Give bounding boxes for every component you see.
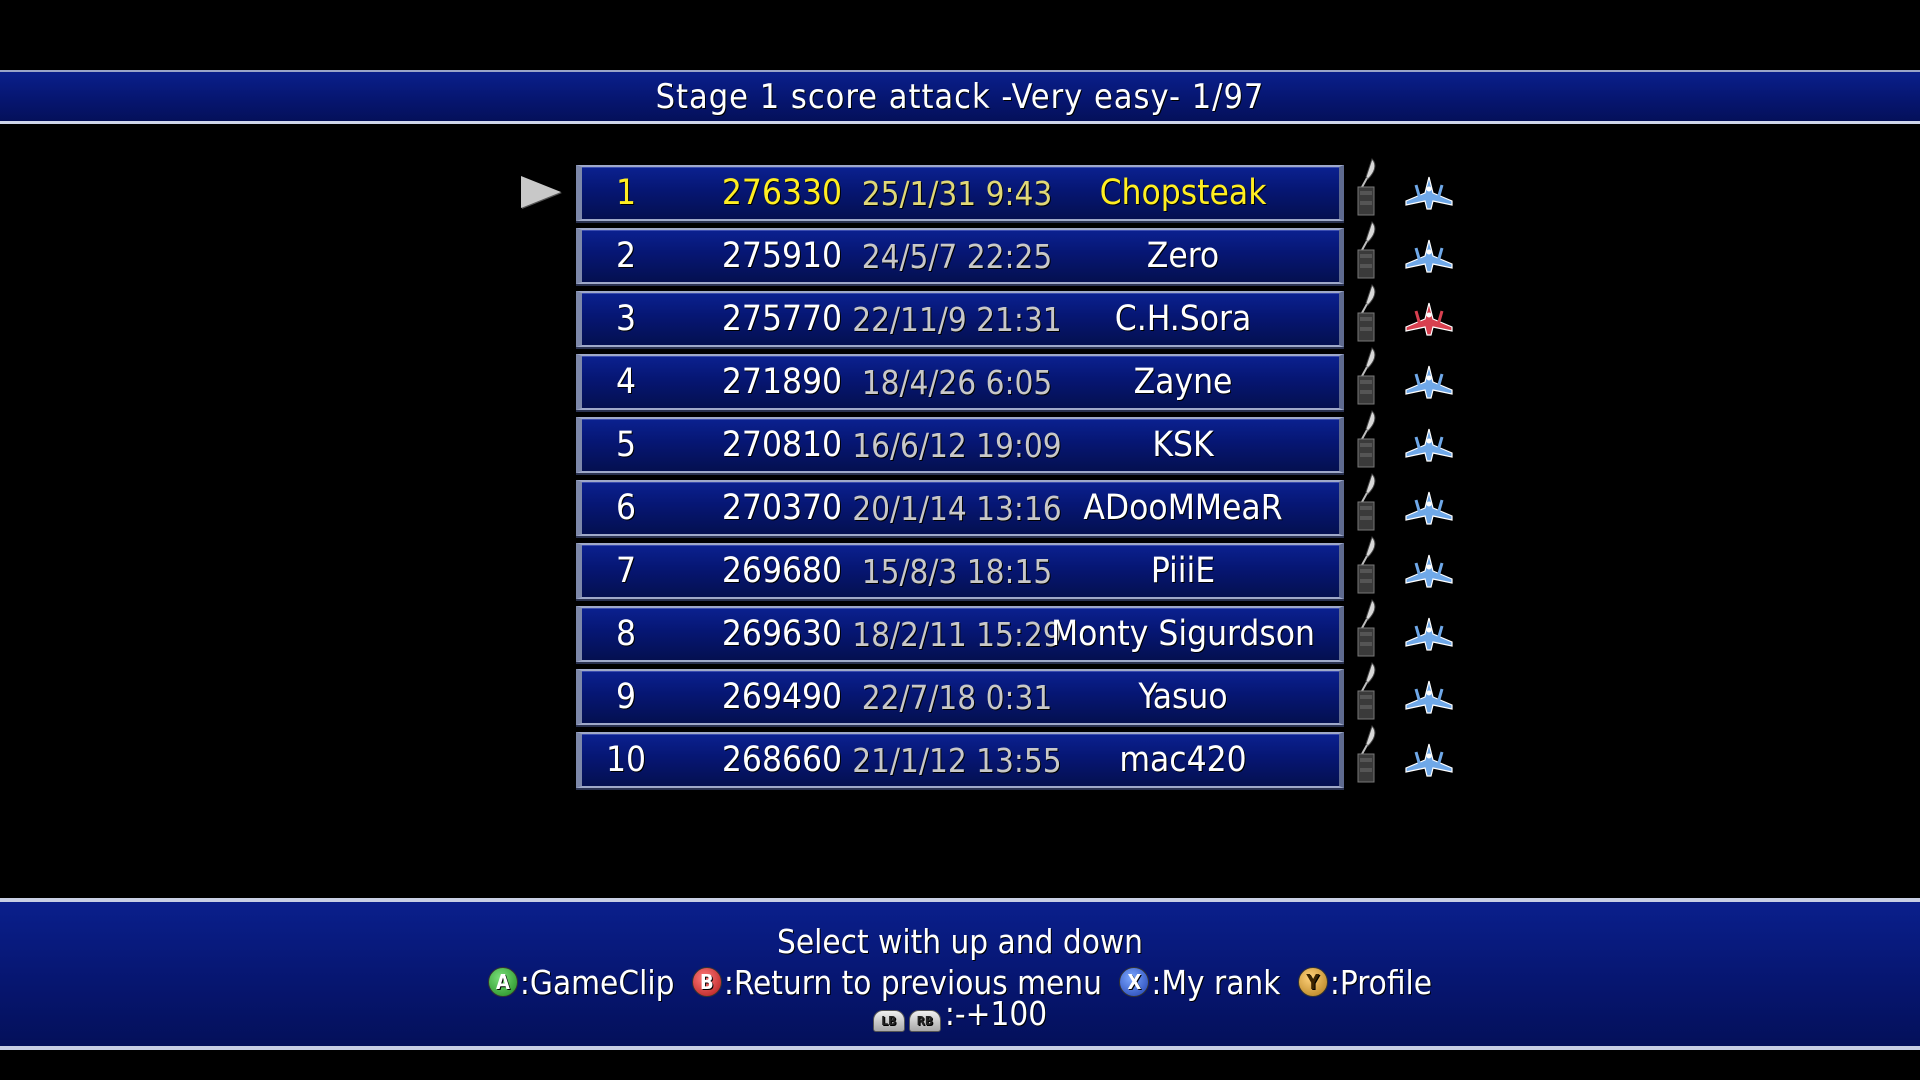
ship-icon [1405, 302, 1453, 336]
ship-icon [1405, 743, 1453, 777]
footer-instruction: Select with up and down [777, 922, 1143, 961]
date-cell: 16/6/12 19:09 [852, 425, 1062, 465]
date-cell: 20/1/14 13:16 [852, 488, 1062, 528]
score-cell: 269630 [721, 614, 843, 654]
rb-bumper-icon: RB [908, 1010, 941, 1032]
lb-bumper-icon: LB [872, 1010, 905, 1032]
ship-icon [1405, 428, 1453, 462]
replay-icon[interactable] [1352, 346, 1382, 408]
footer-bumper-hint[interactable]: LB RB:-+100 [0, 994, 1920, 1033]
title-bar: Stage 1 score attack -Very easy- 1/97 [0, 70, 1920, 124]
leaderboard-row[interactable]: 4 271890 18/4/26 6:05 Zayne [576, 354, 1344, 410]
rank-cell: 7 [615, 551, 637, 591]
replay-icon[interactable] [1352, 220, 1382, 282]
footer-help-bar: Select with up and down A :GameClip B :R… [0, 898, 1920, 1050]
date-cell: 24/5/7 22:25 [861, 236, 1053, 276]
player-name-cell: Zayne [1133, 362, 1233, 402]
b-button-icon: B [691, 967, 722, 997]
leaderboard-row[interactable]: 8 269630 18/2/11 15:29 Monty Sigurdson [576, 606, 1344, 662]
leaderboard-row[interactable]: 7 269680 15/8/3 18:15 PiiiE [576, 543, 1344, 599]
date-cell: 21/1/12 13:55 [852, 740, 1062, 780]
rank-cell: 5 [615, 425, 637, 465]
score-cell: 275770 [721, 299, 843, 339]
ship-icon [1405, 491, 1453, 525]
score-cell: 270370 [721, 488, 843, 528]
replay-icon[interactable] [1352, 724, 1382, 786]
leaderboard-row[interactable]: 9 269490 22/7/18 0:31 Yasuo [576, 669, 1344, 725]
leaderboard-row[interactable]: 5 270810 16/6/12 19:09 KSK [576, 417, 1344, 473]
player-name-cell: ADooMMeaR [1083, 488, 1283, 528]
date-cell: 18/2/11 15:29 [852, 614, 1062, 654]
player-name-cell: Monty Sigurdson [1051, 614, 1316, 654]
player-name-cell: Zero [1146, 236, 1220, 276]
replay-icon[interactable] [1352, 472, 1382, 534]
ship-icon [1405, 176, 1453, 210]
player-name-cell: Yasuo [1138, 677, 1228, 717]
ship-icon [1405, 680, 1453, 714]
a-button-icon: A [487, 967, 518, 997]
player-name-cell: mac420 [1119, 740, 1247, 780]
leaderboard-row[interactable]: 2 275910 24/5/7 22:25 Zero [576, 228, 1344, 284]
rank-cell: 10 [605, 740, 647, 780]
page-title: Stage 1 score attack -Very easy- 1/97 [655, 76, 1265, 117]
rank-cell: 6 [615, 488, 637, 528]
date-cell: 15/8/3 18:15 [861, 551, 1053, 591]
ship-icon [1405, 365, 1453, 399]
rank-cell: 2 [615, 236, 637, 276]
replay-icon[interactable] [1352, 535, 1382, 597]
score-cell: 275910 [721, 236, 843, 276]
replay-icon[interactable] [1352, 157, 1382, 219]
leaderboard-row[interactable]: 3 275770 22/11/9 21:31 C.H.Sora [576, 291, 1344, 347]
leaderboard-row[interactable]: 6 270370 20/1/14 13:16 ADooMMeaR [576, 480, 1344, 536]
ship-icon [1405, 239, 1453, 273]
x-button-icon: X [1119, 967, 1150, 997]
bumper-hint-label: :-+100 [944, 994, 1048, 1033]
score-cell: 268660 [721, 740, 843, 780]
date-cell: 25/1/31 9:43 [861, 173, 1053, 213]
player-name-cell: PiiiE [1150, 551, 1216, 591]
replay-icon[interactable] [1352, 409, 1382, 471]
ship-icon [1405, 617, 1453, 651]
replay-icon[interactable] [1352, 598, 1382, 660]
replay-icon[interactable] [1352, 283, 1382, 345]
score-cell: 269680 [721, 551, 843, 591]
rank-cell: 1 [615, 173, 637, 213]
ship-icon [1405, 554, 1453, 588]
rank-cell: 9 [615, 677, 637, 717]
rank-cell: 4 [615, 362, 637, 402]
player-name-cell: Chopsteak [1099, 173, 1267, 213]
replay-icon[interactable] [1352, 661, 1382, 723]
score-cell: 270810 [721, 425, 843, 465]
player-name-cell: KSK [1152, 425, 1214, 465]
date-cell: 18/4/26 6:05 [861, 362, 1053, 402]
date-cell: 22/7/18 0:31 [861, 677, 1053, 717]
score-cell: 269490 [721, 677, 843, 717]
score-cell: 271890 [721, 362, 843, 402]
rank-cell: 3 [615, 299, 637, 339]
player-name-cell: C.H.Sora [1114, 299, 1252, 339]
selection-cursor-icon [521, 176, 561, 208]
leaderboard-row[interactable]: 10 268660 21/1/12 13:55 mac420 [576, 732, 1344, 788]
date-cell: 22/11/9 21:31 [852, 299, 1062, 339]
leaderboard-row[interactable]: 1 276330 25/1/31 9:43 Chopsteak [576, 165, 1344, 221]
score-cell: 276330 [721, 173, 843, 213]
rank-cell: 8 [615, 614, 637, 654]
y-button-icon: Y [1297, 967, 1328, 997]
